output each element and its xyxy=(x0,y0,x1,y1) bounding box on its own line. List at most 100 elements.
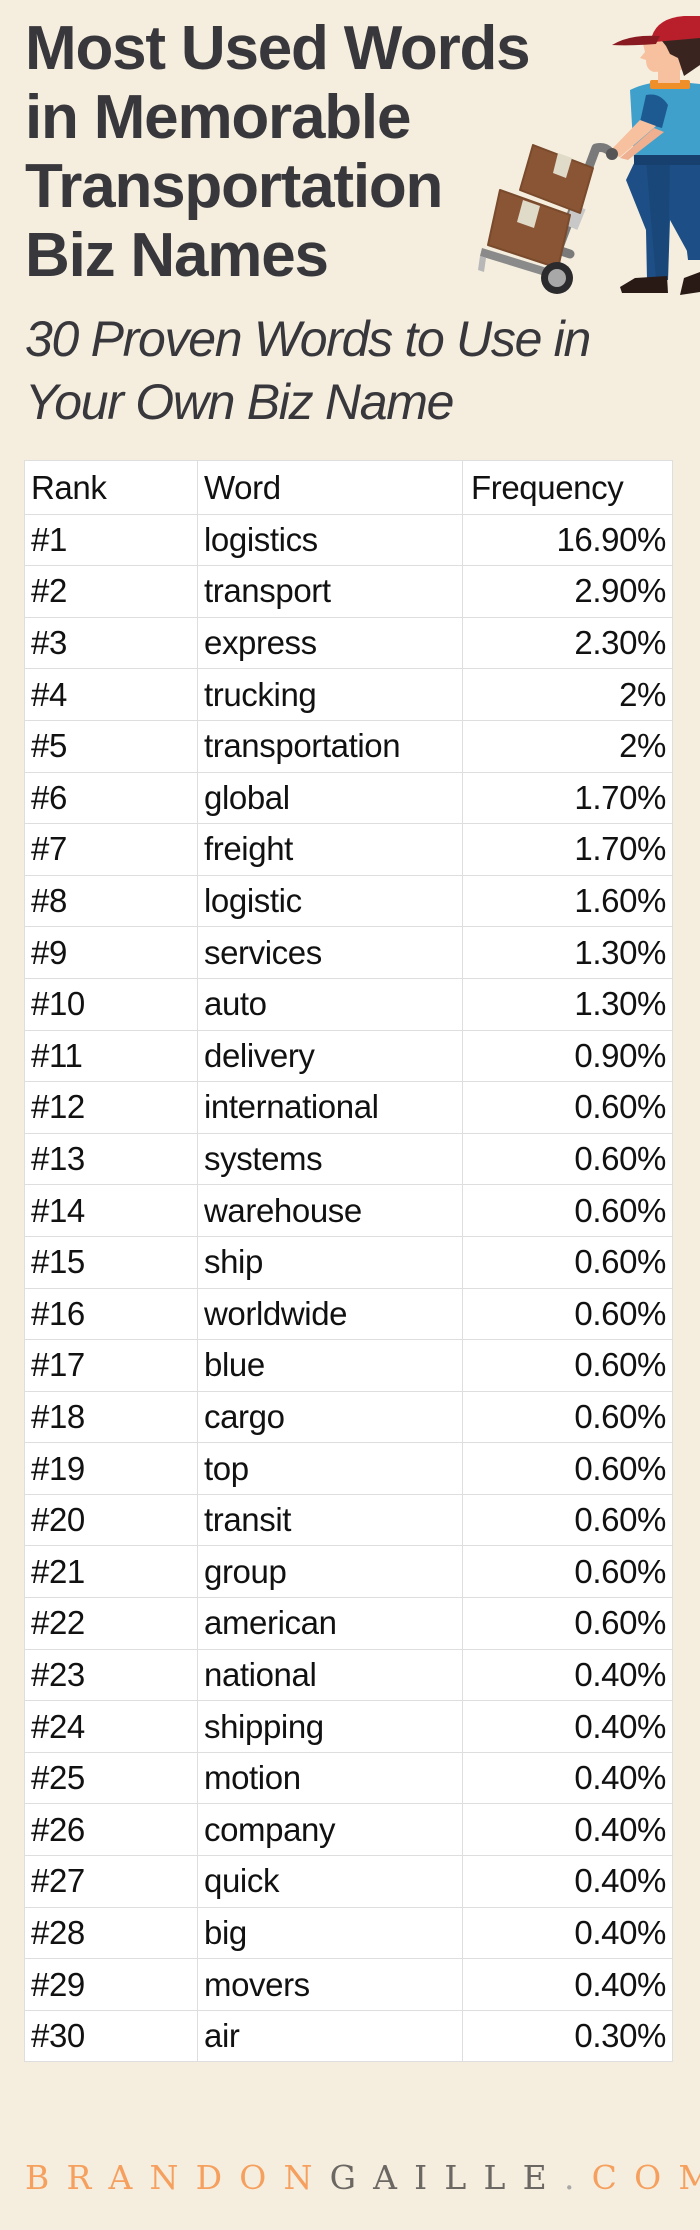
word-frequency-table-container: Rank Word Frequency #1 logistics 16.90% #2 t… xyxy=(24,460,673,2063)
rank-cell: #19 xyxy=(24,1442,198,1495)
title-line-3: Transportation xyxy=(25,152,443,221)
table-row: #11 delivery 0.90% xyxy=(24,1029,673,1083)
table-row: #16 worldwide 0.60% xyxy=(24,1287,673,1341)
rank-cell: #6 xyxy=(24,771,198,825)
frequency-cell: 0.60% xyxy=(462,1493,673,1547)
rank-cell: #29 xyxy=(24,1958,198,2011)
word-cell: blue xyxy=(197,1339,463,1392)
table-row: #1 logistics 16.90% xyxy=(24,513,673,567)
frequency-cell: 2.30% xyxy=(462,616,673,670)
frequency-cell: 1.70% xyxy=(462,823,673,876)
table-row: #7 freight 1.70% xyxy=(24,823,673,876)
rank-cell: #4 xyxy=(24,668,198,721)
table-row: #13 systems 0.60% xyxy=(24,1132,673,1186)
word-cell: warehouse xyxy=(197,1184,463,1237)
frequency-cell: 16.90% xyxy=(462,513,673,567)
table-row: #14 warehouse 0.60% xyxy=(24,1184,673,1237)
table-row: #5 transportation 2% xyxy=(24,719,673,773)
word-cell: company xyxy=(197,1803,463,1857)
word-cell: big xyxy=(197,1906,463,1960)
title-line-1: Most Used Words xyxy=(25,14,531,83)
rank-cell: #24 xyxy=(24,1700,198,1753)
page-subtitle: 30 Proven Words to Use in Your Own Biz N… xyxy=(25,308,591,434)
frequency-cell: 0.40% xyxy=(462,1648,673,1702)
table-row: #30 air 0.30% xyxy=(24,2009,673,2063)
front-shoe xyxy=(620,276,668,293)
rank-cell: #13 xyxy=(24,1132,198,1186)
frequency-cell: 2% xyxy=(462,668,673,721)
table-header-row: Rank Word Frequency xyxy=(24,460,673,515)
frequency-cell: 2.90% xyxy=(462,565,673,618)
frequency-cell: 0.60% xyxy=(462,1597,673,1650)
rank-cell: #10 xyxy=(24,977,198,1031)
column-header-word: Word xyxy=(197,460,463,515)
table-row: #29 movers 0.40% xyxy=(24,1958,673,2011)
word-cell: shipping xyxy=(197,1700,463,1753)
frequency-cell: 1.30% xyxy=(462,926,673,979)
rank-cell: #15 xyxy=(24,1235,198,1289)
table-row: #2 transport 2.90% xyxy=(24,565,673,618)
back-shoe xyxy=(680,272,700,295)
word-cell: cargo xyxy=(197,1390,463,1444)
word-cell: motion xyxy=(197,1751,463,1805)
frequency-cell: 0.60% xyxy=(462,1339,673,1392)
frequency-cell: 0.30% xyxy=(462,2009,673,2063)
table-row: #9 services 1.30% xyxy=(24,926,673,979)
table-row: #24 shipping 0.40% xyxy=(24,1700,673,1753)
word-cell: systems xyxy=(197,1132,463,1186)
brand-footer: BRANDONGAILLE.COM xyxy=(25,2156,700,2200)
frequency-cell: 0.40% xyxy=(462,1958,673,2011)
table-row: #12 international 0.60% xyxy=(24,1081,673,1134)
frequency-cell: 0.40% xyxy=(462,1751,673,1805)
frequency-cell: 1.30% xyxy=(462,977,673,1031)
word-cell: quick xyxy=(197,1855,463,1908)
frequency-cell: 0.40% xyxy=(462,1906,673,1960)
frequency-cell: 2% xyxy=(462,719,673,773)
footer-brand-part2: GAILLE xyxy=(329,2158,564,2197)
table-row: #21 group 0.60% xyxy=(24,1545,673,1599)
word-cell: air xyxy=(197,2009,463,2063)
word-cell: logistic xyxy=(197,874,463,928)
frequency-cell: 0.60% xyxy=(462,1287,673,1341)
word-cell: transportation xyxy=(197,719,463,773)
table-row: #27 quick 0.40% xyxy=(24,1855,673,1908)
frequency-cell: 0.40% xyxy=(462,1803,673,1857)
word-cell: international xyxy=(197,1081,463,1134)
rank-cell: #5 xyxy=(24,719,198,773)
table-row: #17 blue 0.60% xyxy=(24,1339,673,1392)
word-frequency-table: Rank Word Frequency #1 logistics 16.90% #2 t… xyxy=(24,460,673,2063)
rank-cell: #20 xyxy=(24,1493,198,1547)
rank-cell: #25 xyxy=(24,1751,198,1805)
rank-cell: #21 xyxy=(24,1545,198,1599)
rank-cell: #18 xyxy=(24,1390,198,1444)
word-cell: auto xyxy=(197,977,463,1031)
word-cell: group xyxy=(197,1545,463,1599)
frequency-cell: 0.60% xyxy=(462,1442,673,1495)
word-cell: worldwide xyxy=(197,1287,463,1341)
table-row: #10 auto 1.30% xyxy=(24,977,673,1031)
rank-cell: #22 xyxy=(24,1597,198,1650)
frequency-cell: 0.60% xyxy=(462,1132,673,1186)
table-row: #20 transit 0.60% xyxy=(24,1493,673,1547)
table-row: #25 motion 0.40% xyxy=(24,1751,673,1805)
word-cell: movers xyxy=(197,1958,463,2011)
rank-cell: #26 xyxy=(24,1803,198,1857)
frequency-cell: 0.40% xyxy=(462,1855,673,1908)
word-cell: national xyxy=(197,1648,463,1702)
column-header-frequency: Frequency xyxy=(462,460,673,515)
frequency-cell: 0.60% xyxy=(462,1235,673,1289)
rank-cell: #12 xyxy=(24,1081,198,1134)
frequency-cell: 0.60% xyxy=(462,1184,673,1237)
word-cell: transit xyxy=(197,1493,463,1547)
table-row: #18 cargo 0.60% xyxy=(24,1390,673,1444)
frequency-cell: 0.60% xyxy=(462,1081,673,1134)
word-cell: top xyxy=(197,1442,463,1495)
frequency-cell: 0.40% xyxy=(462,1700,673,1753)
rank-cell: #28 xyxy=(24,1906,198,1960)
table-row: #15 ship 0.60% xyxy=(24,1235,673,1289)
table-row: #22 american 0.60% xyxy=(24,1597,673,1650)
word-cell: transport xyxy=(197,565,463,618)
rank-cell: #16 xyxy=(24,1287,198,1341)
word-cell: logistics xyxy=(197,513,463,567)
rank-cell: #27 xyxy=(24,1855,198,1908)
